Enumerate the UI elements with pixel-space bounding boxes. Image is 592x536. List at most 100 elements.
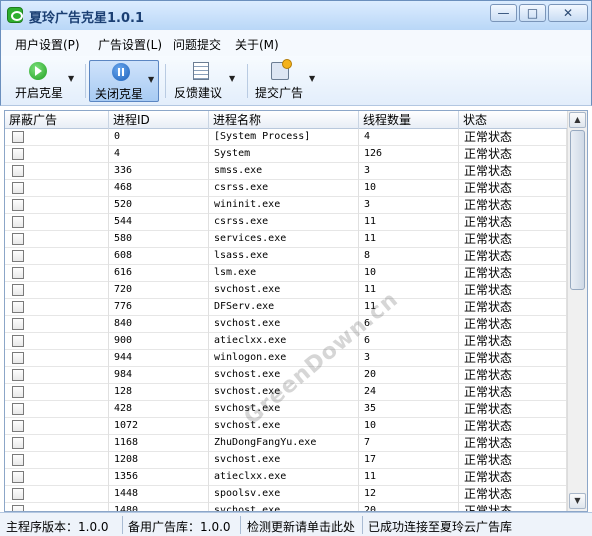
table-row[interactable]: 580 services.exe 11 正常状态 <box>5 231 567 248</box>
block-ad-checkbox[interactable] <box>12 437 24 449</box>
minimize-button[interactable]: — <box>490 4 517 22</box>
block-ad-cell <box>5 503 109 511</box>
block-ad-checkbox[interactable] <box>12 233 24 245</box>
status-cell: 正常状态 <box>459 129 567 146</box>
table-row[interactable]: 720 svchost.exe 11 正常状态 <box>5 282 567 299</box>
pid-cell: 776 <box>109 299 209 316</box>
block-ad-checkbox[interactable] <box>12 488 24 500</box>
process-name-cell: DFServ.exe <box>209 299 359 316</box>
block-ad-checkbox[interactable] <box>12 335 24 347</box>
column-header-block-ad[interactable]: 屏蔽广告 <box>5 111 109 129</box>
menu-ad-settings[interactable]: 广告设置(L) <box>98 36 162 53</box>
pid-cell: 468 <box>109 180 209 197</box>
submit-ad-button[interactable]: 提交广告 ▼ <box>253 59 325 102</box>
block-ad-checkbox[interactable] <box>12 267 24 279</box>
table-row[interactable]: 1356 atieclxx.exe 11 正常状态 <box>5 469 567 486</box>
table-row[interactable]: 944 winlogon.exe 3 正常状态 <box>5 350 567 367</box>
process-name-cell: atieclxx.exe <box>209 469 359 486</box>
chevron-down-icon[interactable]: ▼ <box>148 75 154 84</box>
block-ad-checkbox[interactable] <box>12 165 24 177</box>
block-ad-checkbox[interactable] <box>12 131 24 143</box>
table-row[interactable]: 1448 spoolsv.exe 12 正常状态 <box>5 486 567 503</box>
stop-button[interactable]: 关闭克星 ▼ <box>89 60 159 102</box>
feedback-button[interactable]: 反馈建议 ▼ <box>171 60 243 102</box>
column-header-status[interactable]: 状态 <box>459 111 567 129</box>
scrollbar-thumb[interactable] <box>570 130 585 290</box>
table-row[interactable]: 4 System 126 正常状态 <box>5 146 567 163</box>
process-table: 屏蔽广告 进程ID 进程名称 线程数量 状态 0 [System Process]… <box>4 110 588 512</box>
block-ad-checkbox[interactable] <box>12 250 24 262</box>
block-ad-checkbox[interactable] <box>12 454 24 466</box>
thread-count-cell: 8 <box>359 248 459 265</box>
menu-about[interactable]: 关于(M) <box>235 36 279 53</box>
submit-ad-label: 提交广告 <box>255 86 304 100</box>
thread-count-cell: 7 <box>359 435 459 452</box>
table-row[interactable]: 1480 svchost.exe 20 正常状态 <box>5 503 567 511</box>
block-ad-checkbox[interactable] <box>12 148 24 160</box>
status-cell: 正常状态 <box>459 367 567 384</box>
table-row[interactable]: 1072 svchost.exe 10 正常状态 <box>5 418 567 435</box>
table-row[interactable]: 544 csrss.exe 11 正常状态 <box>5 214 567 231</box>
start-button[interactable]: 开启克星 ▼ <box>9 60 81 102</box>
update-check-link[interactable]: 检测更新请单击此处 <box>247 518 355 535</box>
block-ad-checkbox[interactable] <box>12 182 24 194</box>
window-title: 夏玲广告克星1.0.1 <box>29 11 145 26</box>
block-ad-checkbox[interactable] <box>12 199 24 211</box>
table-row[interactable]: 900 atieclxx.exe 6 正常状态 <box>5 333 567 350</box>
table-row[interactable]: 840 svchost.exe 6 正常状态 <box>5 316 567 333</box>
table-row[interactable]: 336 smss.exe 3 正常状态 <box>5 163 567 180</box>
pid-cell: 900 <box>109 333 209 350</box>
pid-cell: 544 <box>109 214 209 231</box>
pid-cell: 0 <box>109 129 209 146</box>
table-row[interactable]: 776 DFServ.exe 11 正常状态 <box>5 299 567 316</box>
block-ad-checkbox[interactable] <box>12 505 24 511</box>
block-ad-checkbox[interactable] <box>12 284 24 296</box>
block-ad-checkbox[interactable] <box>12 471 24 483</box>
close-button[interactable]: ✕ <box>548 4 588 22</box>
status-cell: 正常状态 <box>459 401 567 418</box>
block-ad-checkbox[interactable] <box>12 386 24 398</box>
chevron-down-icon[interactable]: ▼ <box>229 74 235 83</box>
column-header-pid[interactable]: 进程ID <box>109 111 209 129</box>
pid-cell: 944 <box>109 350 209 367</box>
status-cell: 正常状态 <box>459 231 567 248</box>
block-ad-checkbox[interactable] <box>12 318 24 330</box>
toolbar: 开启克星 ▼ 关闭克星 ▼ 反馈建议 ▼ 提交广告 ▼ <box>0 56 592 106</box>
pid-cell: 984 <box>109 367 209 384</box>
table-row[interactable]: 608 lsass.exe 8 正常状态 <box>5 248 567 265</box>
menu-user-settings[interactable]: 用户设置(P) <box>15 36 80 53</box>
table-row[interactable]: 520 wininit.exe 3 正常状态 <box>5 197 567 214</box>
block-ad-checkbox[interactable] <box>12 369 24 381</box>
column-header-thread-count[interactable]: 线程数量 <box>359 111 459 129</box>
chevron-down-icon[interactable]: ▼ <box>309 74 315 83</box>
status-cell: 正常状态 <box>459 163 567 180</box>
process-name-cell: ZhuDongFangYu.exe <box>209 435 359 452</box>
block-ad-checkbox[interactable] <box>12 216 24 228</box>
process-name-cell: csrss.exe <box>209 214 359 231</box>
process-name-cell: svchost.exe <box>209 282 359 299</box>
table-row[interactable]: 616 lsm.exe 10 正常状态 <box>5 265 567 282</box>
block-ad-cell <box>5 486 109 503</box>
chevron-down-icon[interactable]: ▼ <box>68 74 74 83</box>
toolbar-divider <box>165 64 166 98</box>
table-row[interactable]: 1208 svchost.exe 17 正常状态 <box>5 452 567 469</box>
pid-cell: 616 <box>109 265 209 282</box>
table-body: 0 [System Process] 4 正常状态 4 System 126 正常状态 336 s… <box>5 129 567 511</box>
table-row[interactable]: 0 [System Process] 4 正常状态 <box>5 129 567 146</box>
maximize-button[interactable]: □ <box>519 4 546 22</box>
block-ad-cell <box>5 231 109 248</box>
table-row[interactable]: 1168 ZhuDongFangYu.exe 7 正常状态 <box>5 435 567 452</box>
block-ad-checkbox[interactable] <box>12 420 24 432</box>
block-ad-checkbox[interactable] <box>12 403 24 415</box>
block-ad-cell <box>5 350 109 367</box>
thread-count-cell: 10 <box>359 418 459 435</box>
column-header-process-name[interactable]: 进程名称 <box>209 111 359 129</box>
menu-problem-submit[interactable]: 问题提交 <box>173 36 221 53</box>
block-ad-checkbox[interactable] <box>12 352 24 364</box>
process-name-cell: csrss.exe <box>209 180 359 197</box>
vertical-scrollbar[interactable]: ▲ ▼ <box>567 111 587 511</box>
scroll-down-icon[interactable]: ▼ <box>569 493 586 509</box>
table-row[interactable]: 468 csrss.exe 10 正常状态 <box>5 180 567 197</box>
block-ad-checkbox[interactable] <box>12 301 24 313</box>
scroll-up-icon[interactable]: ▲ <box>569 112 586 128</box>
